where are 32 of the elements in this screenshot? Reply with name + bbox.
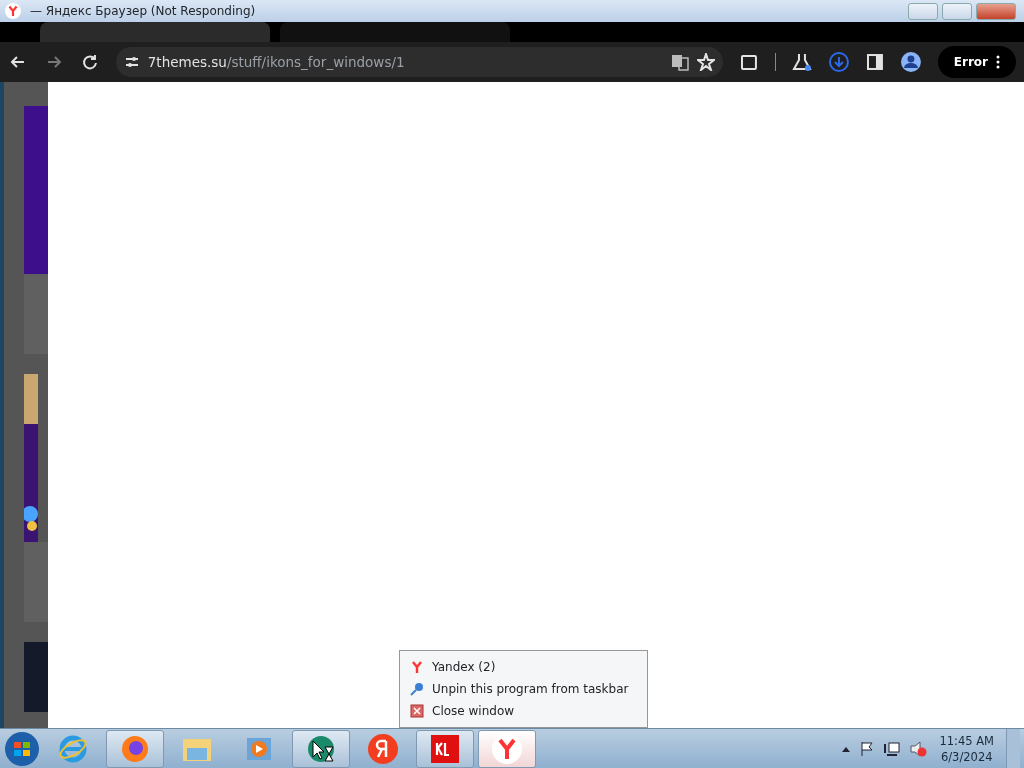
network-icon[interactable]	[883, 740, 902, 757]
menu-item[interactable]: Yandex (2)	[400, 656, 647, 678]
taskbar-button[interactable]	[292, 729, 350, 768]
star-icon[interactable]	[697, 53, 716, 71]
card-background	[24, 642, 48, 712]
browser-e-icon	[58, 733, 88, 764]
volume-muted-icon[interactable]	[909, 740, 928, 757]
flask-icon[interactable]	[792, 52, 813, 72]
close-window-icon	[410, 704, 424, 718]
sidebar-icon[interactable]	[866, 53, 884, 71]
fox-globe-icon	[120, 733, 150, 764]
profile-error-button[interactable]: Error	[937, 46, 1017, 78]
restore-button[interactable]	[942, 2, 972, 20]
taskbar-button[interactable]	[416, 729, 474, 768]
close-button[interactable]	[976, 2, 1016, 20]
minimize-button[interactable]	[908, 2, 938, 20]
kl-logo-icon	[429, 733, 461, 764]
clock[interactable]: 11:45 AM 6/3/2024	[939, 732, 994, 765]
url-text: 7themes.su/stuff/ikons_for_windows/1	[147, 52, 405, 72]
yandex-y-icon	[410, 660, 424, 674]
profile-icon[interactable]	[899, 51, 922, 73]
menu-item[interactable]: Close window	[400, 700, 647, 722]
menu-item[interactable]: Unpin this program from taskbar	[400, 678, 647, 700]
window-title: — Яндекс Браузер (Not Responding)	[30, 3, 256, 20]
address-bar[interactable]: 7themes.su/stuff/ikons_for_windows/1	[115, 47, 724, 77]
more-icon	[996, 55, 1001, 69]
yandex-logo-icon	[4, 2, 22, 20]
flag-icon[interactable]	[859, 740, 876, 757]
start-button-icon[interactable]	[4, 730, 40, 767]
download-icon[interactable]	[828, 51, 850, 73]
site-settings-icon	[123, 54, 140, 70]
ya-logo-icon	[367, 732, 399, 765]
